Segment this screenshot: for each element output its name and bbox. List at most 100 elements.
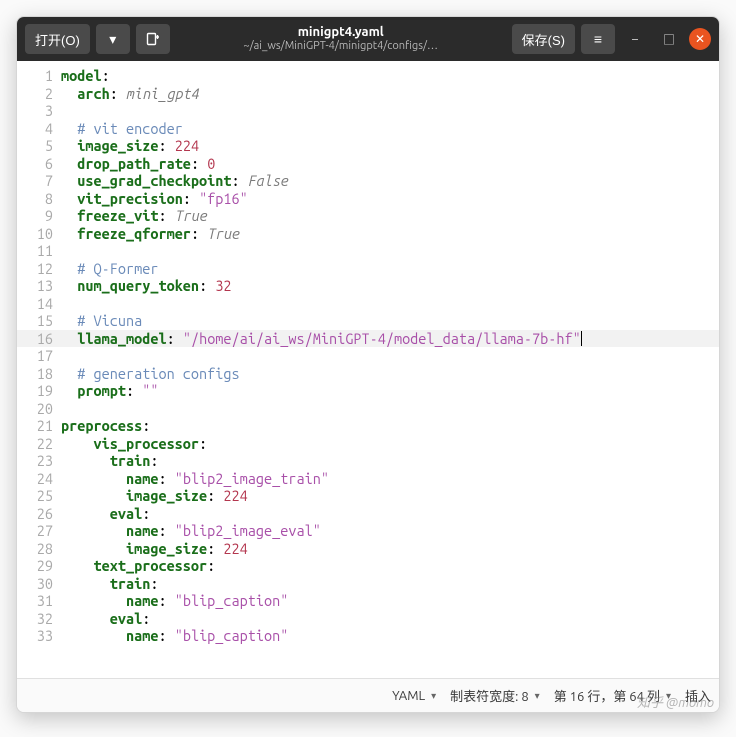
tab-width-label: 制表符宽度: 8 (450, 686, 529, 705)
code-content: # Vicuna (61, 312, 719, 330)
code-line[interactable]: 17 (17, 347, 719, 365)
code-line[interactable]: 4 # vit encoder (17, 120, 719, 138)
code-content: preprocess: (61, 417, 719, 435)
open-button[interactable]: 打开(O) (25, 24, 90, 54)
code-line[interactable]: 32 eval: (17, 610, 719, 628)
line-number: 23 (17, 452, 61, 470)
code-content: vis_processor: (61, 435, 719, 453)
line-number: 27 (17, 522, 61, 540)
language-selector[interactable]: YAML (392, 689, 436, 703)
code-content: # vit encoder (61, 120, 719, 138)
code-content: llama_model: "/home/ai/ai_ws/MiniGPT-4/m… (61, 330, 719, 348)
line-number: 20 (17, 400, 61, 418)
maximize-button[interactable]: □ (655, 25, 683, 53)
line-number: 15 (17, 312, 61, 330)
insert-mode[interactable]: 插入 (685, 686, 711, 705)
code-line[interactable]: 20 (17, 400, 719, 418)
line-number: 29 (17, 557, 61, 575)
code-content: name: "blip2_image_eval" (61, 522, 719, 540)
code-line[interactable]: 30 train: (17, 575, 719, 593)
code-line[interactable]: 27 name: "blip2_image_eval" (17, 522, 719, 540)
cursor-position[interactable]: 第 16 行，第 64 列 (554, 686, 671, 705)
cursor-position-label: 第 16 行，第 64 列 (554, 686, 660, 705)
statusbar: YAML 制表符宽度: 8 第 16 行，第 64 列 插入 (17, 678, 719, 712)
line-number: 10 (17, 225, 61, 243)
line-number: 33 (17, 627, 61, 645)
code-line[interactable]: 9 freeze_vit: True (17, 207, 719, 225)
menu-button[interactable]: ≡ (581, 24, 615, 54)
code-line[interactable]: 3 (17, 102, 719, 120)
titlebar: 打开(O) ▾ minigpt4.yaml ~/ai_ws/MiniGPT-4/… (17, 17, 719, 61)
code-line[interactable]: 14 (17, 295, 719, 313)
code-line[interactable]: 26 eval: (17, 505, 719, 523)
code-line[interactable]: 15 # Vicuna (17, 312, 719, 330)
tab-width-selector[interactable]: 制表符宽度: 8 (450, 686, 540, 705)
line-number: 13 (17, 277, 61, 295)
code-editor[interactable]: 1model:2 arch: mini_gpt434 # vit encoder… (17, 61, 719, 678)
code-content (61, 102, 719, 120)
line-number: 22 (17, 435, 61, 453)
code-line[interactable]: 16 llama_model: "/home/ai/ai_ws/MiniGPT-… (17, 330, 719, 348)
code-content: eval: (61, 610, 719, 628)
line-number: 14 (17, 295, 61, 313)
code-content (61, 295, 719, 313)
code-content (61, 400, 719, 418)
code-line[interactable]: 29 text_processor: (17, 557, 719, 575)
code-line[interactable]: 12 # Q-Former (17, 260, 719, 278)
code-line[interactable]: 21preprocess: (17, 417, 719, 435)
line-number: 17 (17, 347, 61, 365)
code-content: # Q-Former (61, 260, 719, 278)
open-dropdown-button[interactable]: ▾ (96, 24, 130, 54)
code-line[interactable]: 18 # generation configs (17, 365, 719, 383)
save-button[interactable]: 保存(S) (512, 24, 575, 54)
code-line[interactable]: 28 image_size: 224 (17, 540, 719, 558)
line-number: 8 (17, 190, 61, 208)
code-line[interactable]: 7 use_grad_checkpoint: False (17, 172, 719, 190)
code-line[interactable]: 6 drop_path_rate: 0 (17, 155, 719, 173)
minimize-button[interactable]: – (621, 25, 649, 53)
code-line[interactable]: 2 arch: mini_gpt4 (17, 85, 719, 103)
code-line[interactable]: 10 freeze_qformer: True (17, 225, 719, 243)
code-content: num_query_token: 32 (61, 277, 719, 295)
code-content: freeze_vit: True (61, 207, 719, 225)
code-line[interactable]: 23 train: (17, 452, 719, 470)
code-line[interactable]: 1model: (17, 67, 719, 85)
open-button-label: 打开(O) (35, 30, 80, 49)
code-line[interactable]: 5 image_size: 224 (17, 137, 719, 155)
new-tab-button[interactable] (136, 24, 170, 54)
code-content: train: (61, 575, 719, 593)
code-content (61, 242, 719, 260)
line-number: 11 (17, 242, 61, 260)
line-number: 25 (17, 487, 61, 505)
insert-mode-label: 插入 (685, 686, 711, 705)
code-content: image_size: 224 (61, 137, 719, 155)
code-line[interactable]: 11 (17, 242, 719, 260)
code-content: prompt: "" (61, 382, 719, 400)
code-line[interactable]: 24 name: "blip2_image_train" (17, 470, 719, 488)
line-number: 6 (17, 155, 61, 173)
window-title: minigpt4.yaml (176, 25, 506, 41)
close-button[interactable]: ✕ (689, 28, 711, 50)
code-content: name: "blip_caption" (61, 627, 719, 645)
line-number: 5 (17, 137, 61, 155)
code-content: drop_path_rate: 0 (61, 155, 719, 173)
code-line[interactable]: 31 name: "blip_caption" (17, 592, 719, 610)
line-number: 1 (17, 67, 61, 85)
line-number: 2 (17, 85, 61, 103)
code-line[interactable]: 13 num_query_token: 32 (17, 277, 719, 295)
code-line[interactable]: 25 image_size: 224 (17, 487, 719, 505)
code-content: # generation configs (61, 365, 719, 383)
code-line[interactable]: 19 prompt: "" (17, 382, 719, 400)
code-content: image_size: 224 (61, 540, 719, 558)
code-content: arch: mini_gpt4 (61, 85, 719, 103)
line-number: 12 (17, 260, 61, 278)
code-line[interactable]: 8 vit_precision: "fp16" (17, 190, 719, 208)
code-content: vit_precision: "fp16" (61, 190, 719, 208)
line-number: 3 (17, 102, 61, 120)
code-line[interactable]: 22 vis_processor: (17, 435, 719, 453)
window-subtitle: ~/ai_ws/MiniGPT-4/minigpt4/configs/… (176, 40, 506, 53)
language-label: YAML (392, 689, 425, 703)
line-number: 32 (17, 610, 61, 628)
window-frame: 打开(O) ▾ minigpt4.yaml ~/ai_ws/MiniGPT-4/… (16, 16, 720, 713)
code-line[interactable]: 33 name: "blip_caption" (17, 627, 719, 645)
